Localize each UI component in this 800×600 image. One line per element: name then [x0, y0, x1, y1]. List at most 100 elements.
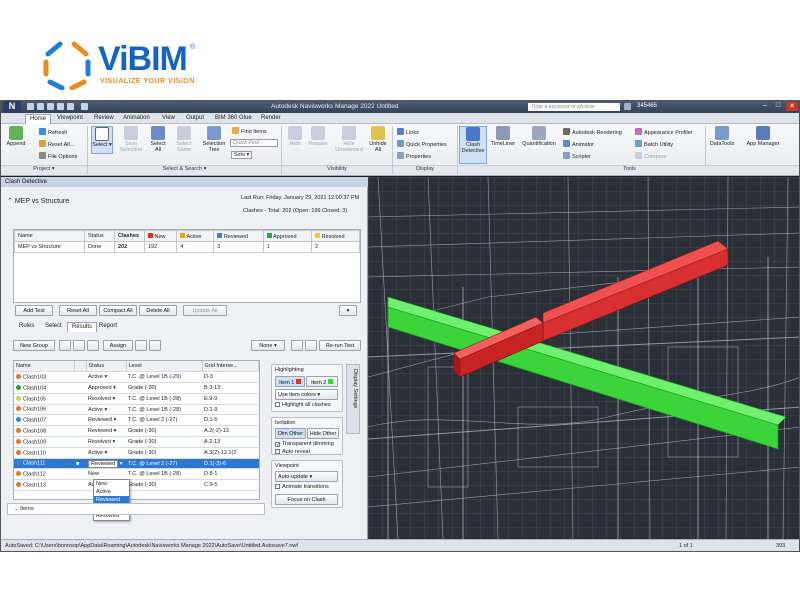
- col-clash-status[interactable]: Status: [86, 361, 127, 373]
- search-input[interactable]: Type a keyword or phrase: [528, 103, 620, 111]
- compare-button[interactable]: Compare: [635, 152, 667, 160]
- new-group-button[interactable]: New Group: [13, 340, 55, 351]
- group-project-label[interactable]: Project ▾: [1, 165, 87, 175]
- subtab-rules[interactable]: Rules: [15, 322, 38, 332]
- col-level[interactable]: Level: [126, 361, 203, 373]
- export-dropdown-icon[interactable]: ▾: [339, 305, 357, 316]
- tab-animation[interactable]: Animation: [119, 114, 154, 124]
- col-grid[interactable]: Grid Interse...: [202, 361, 259, 373]
- subtab-report[interactable]: Report: [95, 322, 121, 332]
- tab-review[interactable]: Review: [90, 114, 118, 124]
- status-option[interactable]: New: [94, 480, 129, 488]
- col-clash-name[interactable]: Name: [14, 361, 75, 373]
- clash-row[interactable]: Clash105 Resolved ▾ T.C. @ Level 1B (-28) E…: [14, 393, 259, 405]
- hide-button[interactable]: Hide: [284, 126, 306, 147]
- quick-find-input[interactable]: Quick Find: [230, 139, 278, 147]
- save-selection-button[interactable]: Save Selection: [118, 126, 144, 153]
- item2-button[interactable]: Item 2: [306, 376, 338, 387]
- minimize-icon[interactable]: –: [759, 102, 771, 111]
- animator-button[interactable]: Animator: [563, 140, 594, 148]
- update-all-button[interactable]: Update All: [183, 305, 227, 316]
- close-icon[interactable]: ✕: [786, 102, 798, 111]
- clash-status[interactable]: Resolved ▾: [86, 436, 126, 448]
- appearance-profiler-button[interactable]: Appearance Profiler: [635, 128, 693, 136]
- clash-status[interactable]: Active ▾: [86, 447, 126, 459]
- ungroup-tool-icon[interactable]: [73, 340, 85, 351]
- sort-icon[interactable]: [291, 340, 303, 351]
- add-test-button[interactable]: Add Test: [15, 305, 53, 316]
- col-resolved[interactable]: Resolved: [311, 230, 360, 242]
- animate-transitions-checkbox[interactable]: Animate transitions: [275, 484, 329, 490]
- batch-utility-button[interactable]: Batch Utility: [635, 140, 673, 148]
- items-section[interactable]: ⌄ Items: [7, 503, 265, 515]
- clash-row[interactable]: Clash111 ■ Reviewed ▾ T.C. @ Level 2 (-27) D…: [14, 458, 259, 470]
- sets-dropdown[interactable]: Sets ▾: [231, 151, 253, 159]
- app-manager-button[interactable]: App Manager: [743, 126, 783, 147]
- subtab-select[interactable]: Select: [41, 322, 66, 332]
- model-wireframe[interactable]: [368, 177, 800, 539]
- require-button[interactable]: Require: [305, 126, 331, 147]
- quick-properties-button[interactable]: Quick Properties: [397, 140, 447, 148]
- redo-icon[interactable]: [67, 103, 74, 110]
- undo-icon[interactable]: [57, 103, 64, 110]
- clash-status[interactable]: Approved ▾: [86, 382, 126, 394]
- datatools-button[interactable]: DataTools: [708, 126, 736, 147]
- test-name[interactable]: ⌃ MEP vs Structure: [7, 197, 69, 205]
- clash-status[interactable]: Reviewed ▾: [86, 414, 126, 427]
- links-button[interactable]: Links: [397, 128, 419, 136]
- timeliner-button[interactable]: TimeLiner: [489, 126, 517, 147]
- assign-button[interactable]: Assign: [103, 340, 133, 351]
- clash-row[interactable]: Clash104 Approved ▾ Grade (-30) B.3-13: [14, 382, 259, 394]
- scripter-button[interactable]: Scripter: [563, 152, 591, 160]
- find-items-button[interactable]: Find Items: [232, 127, 267, 135]
- explode-tool-icon[interactable]: [87, 340, 99, 351]
- col-new[interactable]: New: [143, 230, 178, 242]
- 3d-viewport[interactable]: [368, 177, 800, 539]
- select-same-button[interactable]: Select Same: [173, 126, 195, 153]
- unassign-icon[interactable]: [135, 340, 147, 351]
- tab-output[interactable]: Output: [182, 114, 208, 124]
- clash-status[interactable]: Reviewed ▾: [86, 458, 126, 470]
- clash-row[interactable]: Clash109 Resolved ▾ Grade (-30) A.2-13: [14, 436, 259, 448]
- status-option[interactable]: Active: [94, 488, 129, 496]
- group-tool-icon[interactable]: [59, 340, 71, 351]
- dim-other-button[interactable]: Dim Other: [275, 428, 306, 439]
- refresh-button[interactable]: Refresh: [39, 128, 67, 136]
- rerun-test-button[interactable]: Re-run Test: [319, 340, 361, 351]
- col-clashes[interactable]: Clashes: [114, 230, 145, 242]
- col-active[interactable]: Active: [176, 230, 215, 242]
- subtab-results[interactable]: Results: [67, 322, 98, 332]
- compact-all-button[interactable]: Compact All: [99, 305, 137, 316]
- hide-unselected-button[interactable]: Hide Unselected: [334, 126, 364, 153]
- select-icon[interactable]: [81, 103, 88, 110]
- focus-on-clash-button[interactable]: Focus on Clash: [275, 494, 338, 505]
- auto-reveal-checkbox[interactable]: Auto reveal: [275, 449, 310, 455]
- clash-row[interactable]: Clash112 New T.C. @ Level 1B (-28) D.8-1: [14, 468, 259, 481]
- approve-icon[interactable]: [149, 340, 161, 351]
- clash-row[interactable]: Clash106 Active ▾ T.C. @ Level 1B (-28) D.1…: [14, 404, 259, 416]
- tab-bim360glue[interactable]: BIM 360 Glue: [211, 114, 256, 124]
- item-colors-dropdown[interactable]: Use item colors ▾: [275, 389, 338, 400]
- clash-status[interactable]: Reviewed ▾: [86, 425, 126, 438]
- open-icon[interactable]: [27, 103, 34, 110]
- col-approved[interactable]: Approved: [262, 230, 313, 242]
- search-icon[interactable]: [624, 103, 631, 110]
- clash-detective-button[interactable]: Clash Detective: [459, 126, 487, 164]
- col-reviewed[interactable]: Reviewed: [213, 230, 264, 242]
- col-status[interactable]: Status: [84, 230, 115, 242]
- clash-row[interactable]: Clash113ActiveGrade (-30)C.9-5: [14, 479, 259, 492]
- print-icon[interactable]: [47, 103, 54, 110]
- append-button[interactable]: Append: [5, 126, 27, 147]
- tag-icon[interactable]: [305, 340, 317, 351]
- clash-status[interactable]: Active ▾: [86, 404, 126, 416]
- properties-button[interactable]: Properties: [397, 152, 431, 160]
- panel-title[interactable]: Clash Detective: [1, 177, 368, 187]
- maximize-icon[interactable]: □: [772, 102, 784, 111]
- highlight-all-checkbox[interactable]: Highlight all clashes: [275, 402, 331, 408]
- tab-render[interactable]: Render: [257, 114, 285, 124]
- item1-button[interactable]: Item 1: [275, 376, 305, 387]
- clash-row[interactable]: Clash103 Active ▾ T.C. @ Level 1B (-29) D-3: [14, 371, 259, 384]
- display-settings-tab[interactable]: Display Settings: [346, 364, 360, 434]
- quantification-button[interactable]: Quantification: [519, 126, 559, 147]
- select-button[interactable]: Select ▾: [91, 126, 113, 154]
